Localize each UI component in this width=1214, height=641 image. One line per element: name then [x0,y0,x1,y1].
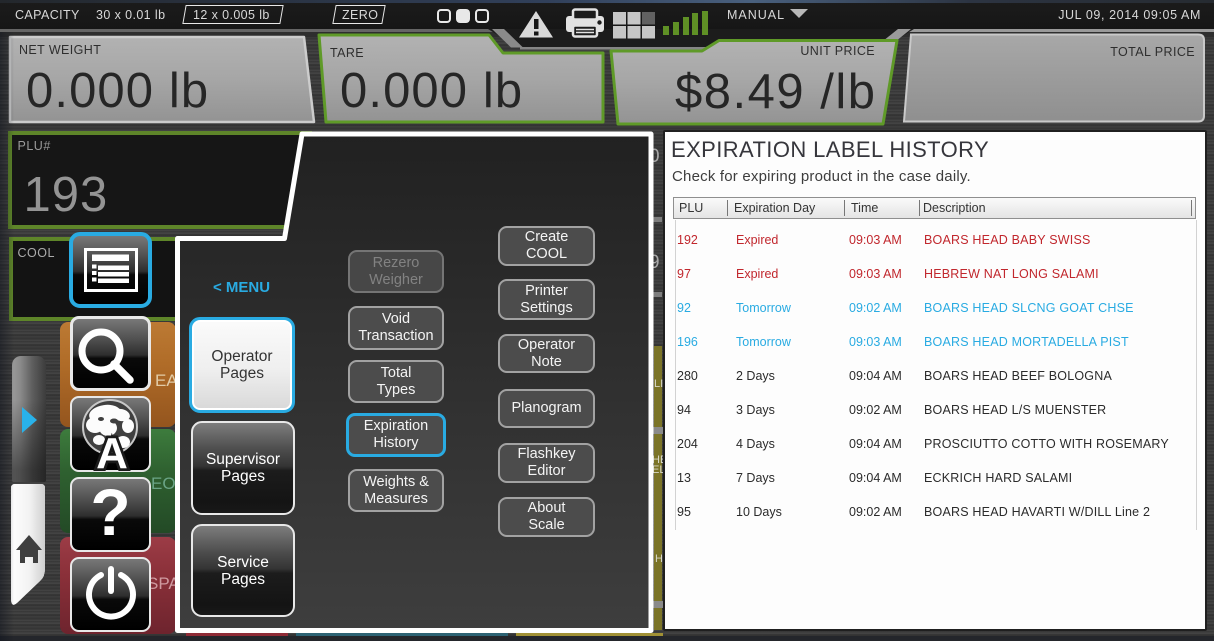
svg-text:A: A [96,429,128,472]
